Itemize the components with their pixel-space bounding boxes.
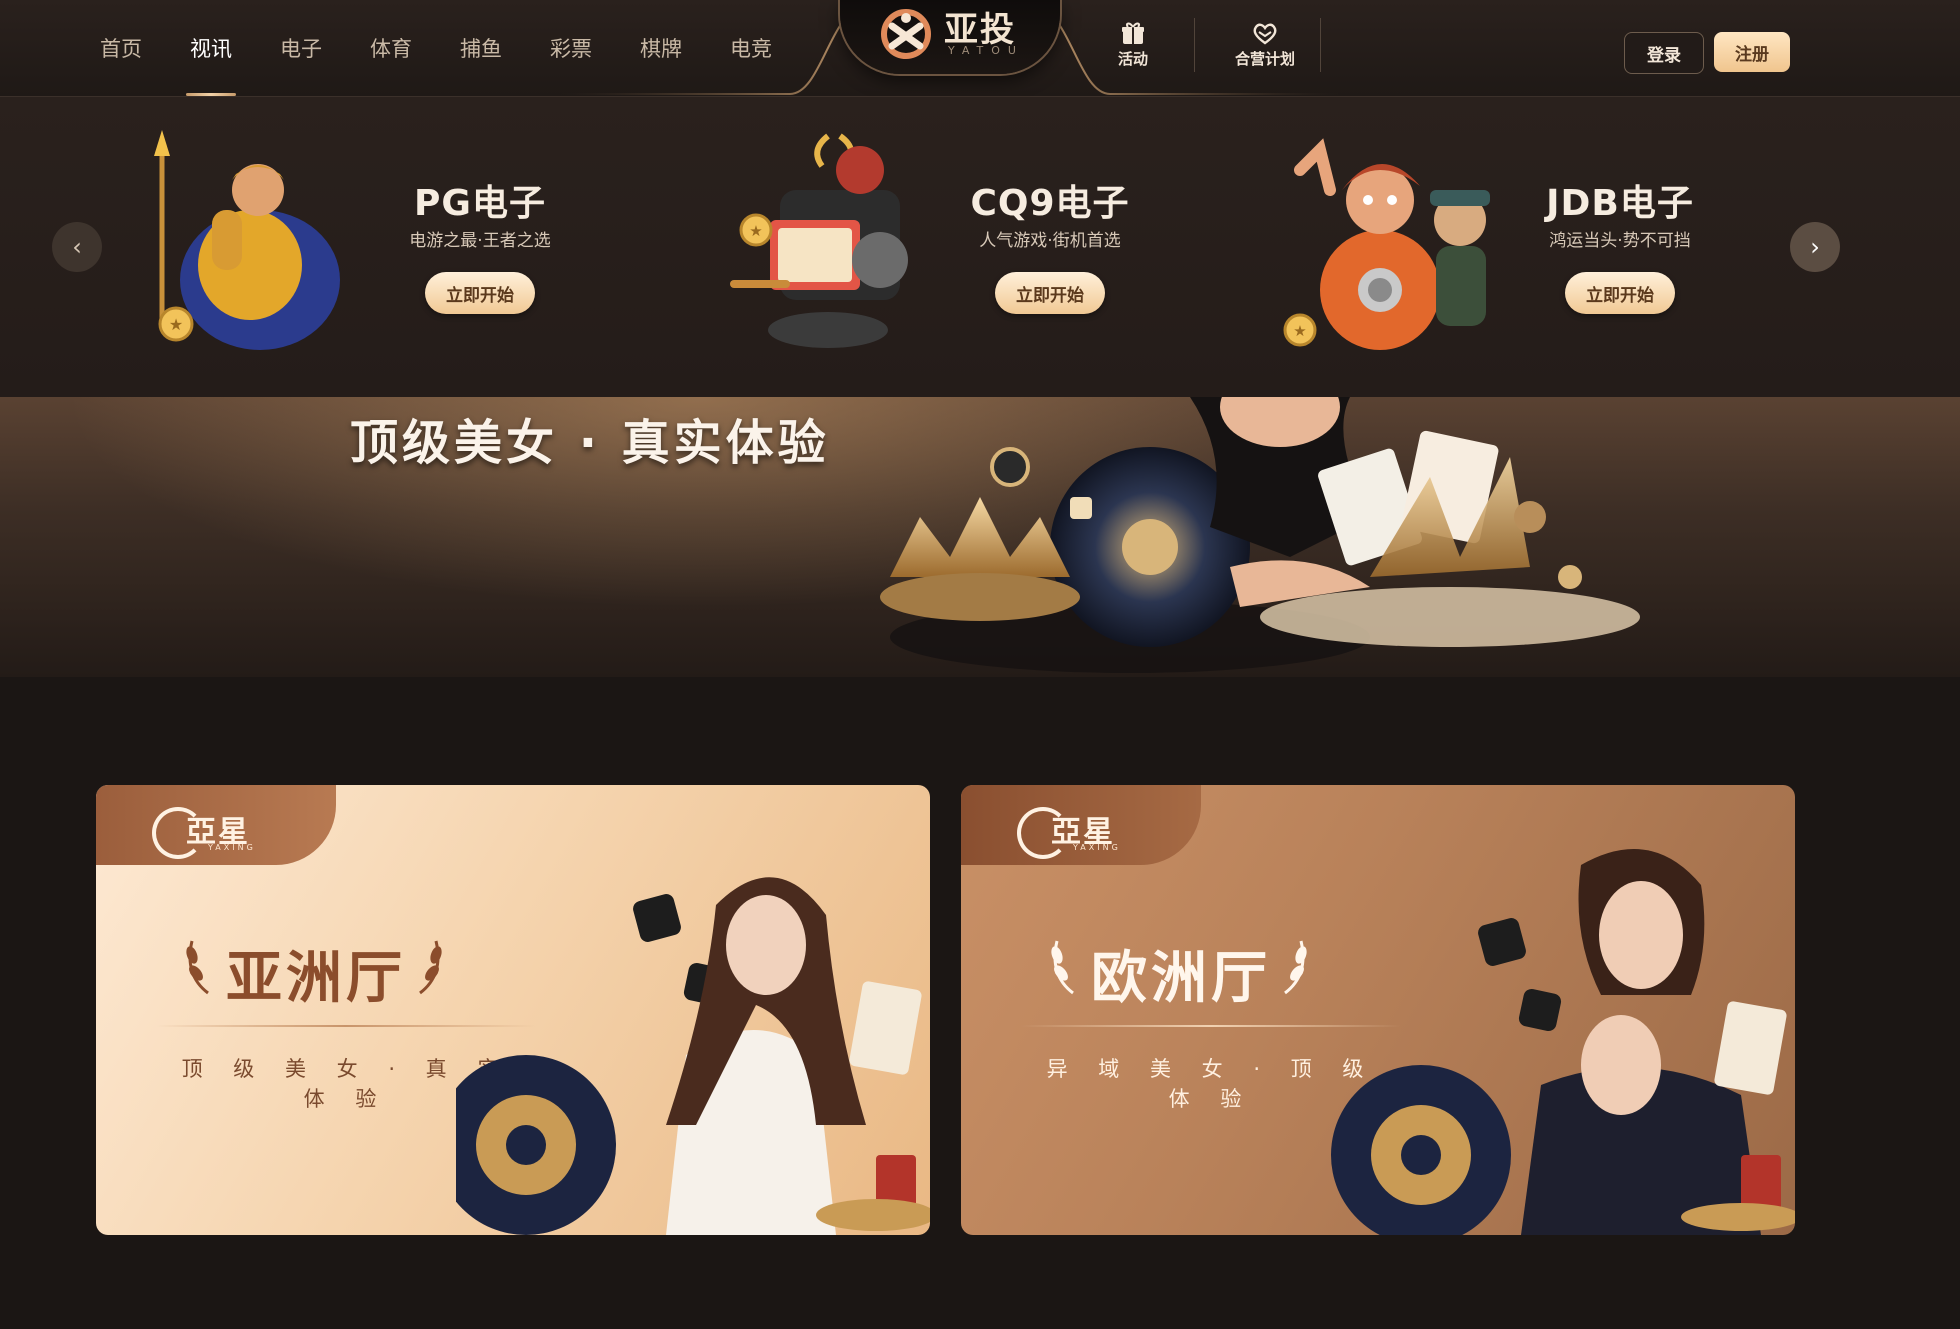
laurel-left-icon [186,940,209,995]
nav-item-home[interactable]: 首页 [100,0,142,96]
game-title: CQ9电子 [970,183,1130,224]
game-subtitle: 鸿运当头·势不可挡 [1549,231,1691,251]
asia-hall-card[interactable]: 亞星 YAXING 亚洲厅 顶 级 美 女 · 真 实 体 验 [96,785,930,1235]
gift-icon [1122,22,1144,44]
nav-item-cards[interactable]: 棋牌 [640,0,682,96]
hall-brand-tab: 亞星 YAXING [96,785,336,865]
hall-name: 欧洲厅 [1091,946,1271,1011]
dealer-portrait-art [1331,849,1795,1235]
start-game-button[interactable]: 立即开始 [425,272,535,314]
live-casino-banner: 顶级美女 · 真实体验 [0,397,1960,677]
svg-text:★: ★ [169,315,183,334]
nav-item-fishing[interactable]: 捕鱼 [460,0,502,96]
start-game-button[interactable]: 立即开始 [1565,272,1675,314]
svg-text:★: ★ [749,222,762,240]
handshake-heart-icon [1253,23,1277,44]
laurel-right-icon [1284,940,1307,995]
laurel-right-icon [419,940,442,995]
login-button[interactable]: 登录 [1624,32,1704,74]
hall-brand-en: YAXING [1073,843,1121,852]
divider [1194,18,1195,72]
game-card-cq9: ★ CQ9电子 人气游戏·街机首选 立即开始 [710,130,1230,370]
nav-item-live[interactable]: 视讯 [186,0,236,96]
main-nav: 首页 视讯 电子 体育 捕鱼 彩票 棋牌 电竞 [100,0,820,96]
nav-item-slots[interactable]: 电子 [280,0,322,96]
banner-title: 顶级美女 · 真实体验 [350,415,830,471]
dealer-portrait-art [456,877,930,1235]
svg-text:★: ★ [1293,322,1306,340]
casino-table-art [880,397,1640,673]
promotions-label: 活动 [1117,49,1148,68]
chevron-left-icon: ‹ [72,233,82,261]
nav-item-esports[interactable]: 电竞 [730,0,772,96]
game-card-pg: ★ PG电子 电游之最·王者之选 立即开始 [140,130,660,370]
site-logo[interactable]: 亚投 YATOU [840,0,1060,74]
start-game-button[interactable]: 立即开始 [995,272,1105,314]
logo-mark-icon [881,9,931,59]
affiliate-label: 合营计划 [1234,49,1295,68]
chevron-right-icon: › [1810,233,1820,261]
samurai-slot-character-art: ★ [730,133,908,348]
nav-item-sports[interactable]: 体育 [370,0,412,96]
affiliate-link[interactable]: 合营计划 [1215,12,1315,76]
hall-name: 亚洲厅 [226,946,406,1011]
hall-brand-tab: 亞星 YAXING [961,785,1201,865]
logo-subtext: YATOU [948,44,1024,57]
hall-brand-en: YAXING [208,843,256,852]
top-navigation-bar: 首页 视讯 电子 体育 捕鱼 彩票 棋牌 电竞 亚投 YATOU 活动 合营计划… [0,0,1960,97]
adventurer-duo-character-art: ★ [1283,138,1490,350]
nav-item-lottery[interactable]: 彩票 [550,0,592,96]
laurel-left-icon [1051,940,1074,995]
game-title: JDB电子 [1546,183,1694,224]
warrior-character-art: ★ [154,130,340,350]
carousel-prev-button[interactable]: ‹ [52,222,102,272]
game-card-jdb: ★ JDB电子 鸿运当头·势不可挡 立即开始 [1280,130,1800,370]
register-button[interactable]: 注册 [1714,32,1790,72]
game-subtitle: 人气游戏·街机首选 [979,231,1121,251]
divider [1320,18,1321,72]
promotions-link[interactable]: 活动 [1105,12,1161,76]
europe-hall-card[interactable]: 亞星 YAXING 欧洲厅 异 域 美 女 · 顶 级 体 验 [961,785,1795,1235]
game-title: PG电子 [414,183,546,224]
game-subtitle: 电游之最·王者之选 [409,231,551,251]
